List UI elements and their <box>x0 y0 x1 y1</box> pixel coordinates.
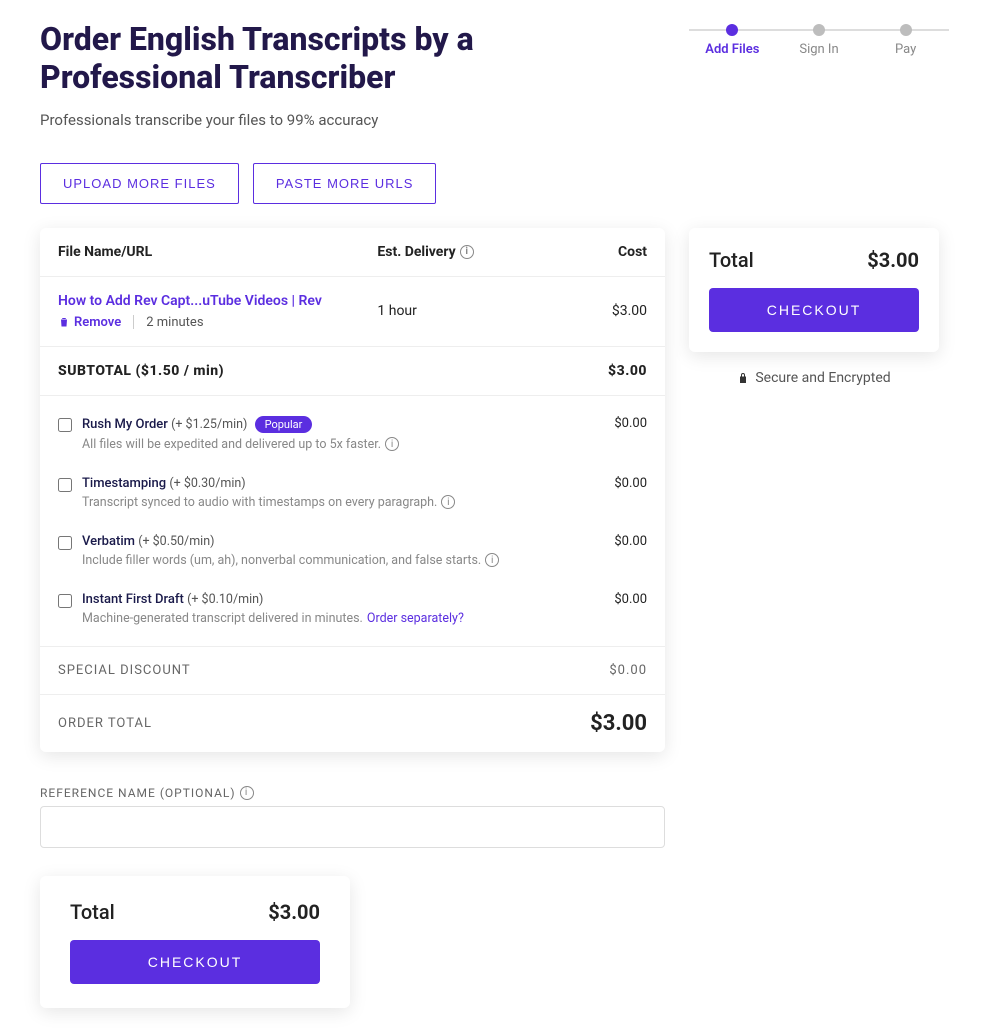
total-value: $3.00 <box>268 900 320 924</box>
page-title: Order English Transcripts by a Professio… <box>40 20 600 97</box>
file-name-link[interactable]: How to Add Rev Capt...uTube Videos | Rev <box>58 293 377 309</box>
file-delivery: 1 hour <box>377 303 577 319</box>
timestamping-checkbox[interactable] <box>58 478 72 492</box>
sidebar-total-card: Total $3.00 CHECKOUT <box>689 228 939 352</box>
option-price: (+ $0.10/min) <box>187 592 263 607</box>
reference-name-label: REFERENCE NAME (OPTIONAL) <box>40 786 236 800</box>
option-price: (+ $1.25/min) <box>171 417 247 432</box>
popular-badge: Popular <box>255 416 313 433</box>
option-title: Instant First Draft <box>82 592 184 607</box>
option-cost: $0.00 <box>577 476 647 491</box>
column-header-file: File Name/URL <box>58 244 377 260</box>
discount-label: SPECIAL DISCOUNT <box>58 663 577 678</box>
option-cost: $0.00 <box>577 534 647 549</box>
option-instant-draft: Instant First Draft (+ $0.10/min) Machin… <box>40 580 665 638</box>
info-icon[interactable]: i <box>240 786 254 800</box>
subtotal-value: $3.00 <box>577 363 647 379</box>
option-desc: Transcript synced to audio with timestam… <box>82 495 437 510</box>
option-timestamping: Timestamping (+ $0.30/min) Transcript sy… <box>40 464 665 522</box>
step-label: Sign In <box>776 42 863 57</box>
order-total-value: $3.00 <box>557 711 647 736</box>
option-verbatim: Verbatim (+ $0.50/min) Include filler wo… <box>40 522 665 580</box>
instant-draft-checkbox[interactable] <box>58 594 72 608</box>
total-label: Total <box>709 248 754 272</box>
file-cost: $3.00 <box>577 303 647 319</box>
lock-icon <box>737 371 749 385</box>
reference-name-input[interactable] <box>40 806 665 848</box>
page-subtitle: Professionals transcribe your files to 9… <box>40 111 600 129</box>
upload-more-files-button[interactable]: UPLOAD MORE FILES <box>40 163 239 204</box>
secure-text: Secure and Encrypted <box>755 370 890 386</box>
checkout-button[interactable]: CHECKOUT <box>709 288 919 332</box>
secure-encrypted-note: Secure and Encrypted <box>689 370 939 386</box>
option-cost: $0.00 <box>577 592 647 607</box>
verbatim-checkbox[interactable] <box>58 536 72 550</box>
checkout-button[interactable]: CHECKOUT <box>70 940 320 984</box>
step-label: Add Files <box>689 42 776 57</box>
trash-icon <box>58 316 70 328</box>
option-price: (+ $0.30/min) <box>169 476 245 491</box>
order-separately-link[interactable]: Order separately? <box>367 611 464 626</box>
rush-checkbox[interactable] <box>58 418 72 432</box>
option-rush: Rush My Order (+ $1.25/min) Popular All … <box>40 404 665 464</box>
total-value: $3.00 <box>867 248 919 272</box>
info-icon[interactable]: i <box>460 245 474 259</box>
remove-label: Remove <box>74 315 121 330</box>
file-row: How to Add Rev Capt...uTube Videos | Rev… <box>40 277 665 347</box>
order-table: File Name/URL Est. Delivery i Cost How t… <box>40 228 665 752</box>
progress-stepper: Add Files Sign In Pay <box>689 24 949 57</box>
paste-more-urls-button[interactable]: PASTE MORE URLS <box>253 163 437 204</box>
remove-file-button[interactable]: Remove <box>58 315 121 330</box>
info-icon[interactable]: i <box>441 495 455 509</box>
step-label: Pay <box>862 42 949 57</box>
subtotal-label: SUBTOTAL ($1.50 / min) <box>58 363 577 379</box>
discount-value: $0.00 <box>577 663 647 678</box>
order-total-label: ORDER TOTAL <box>58 716 557 731</box>
info-icon[interactable]: i <box>485 553 499 567</box>
column-header-cost: Cost <box>577 244 647 260</box>
option-desc: Include filler words (um, ah), nonverbal… <box>82 553 481 568</box>
option-desc: Machine-generated transcript delivered i… <box>82 611 363 626</box>
option-title: Rush My Order <box>82 417 168 432</box>
option-price: (+ $0.50/min) <box>138 534 214 549</box>
bottom-total-card: Total $3.00 CHECKOUT <box>40 876 350 1008</box>
total-label: Total <box>70 900 115 924</box>
option-cost: $0.00 <box>577 416 647 431</box>
info-icon[interactable]: i <box>385 437 399 451</box>
option-title: Verbatim <box>82 534 135 549</box>
option-title: Timestamping <box>82 476 166 491</box>
option-desc: All files will be expedited and delivere… <box>82 437 381 452</box>
file-duration: 2 minutes <box>146 315 203 330</box>
column-header-delivery: Est. Delivery <box>377 244 455 260</box>
